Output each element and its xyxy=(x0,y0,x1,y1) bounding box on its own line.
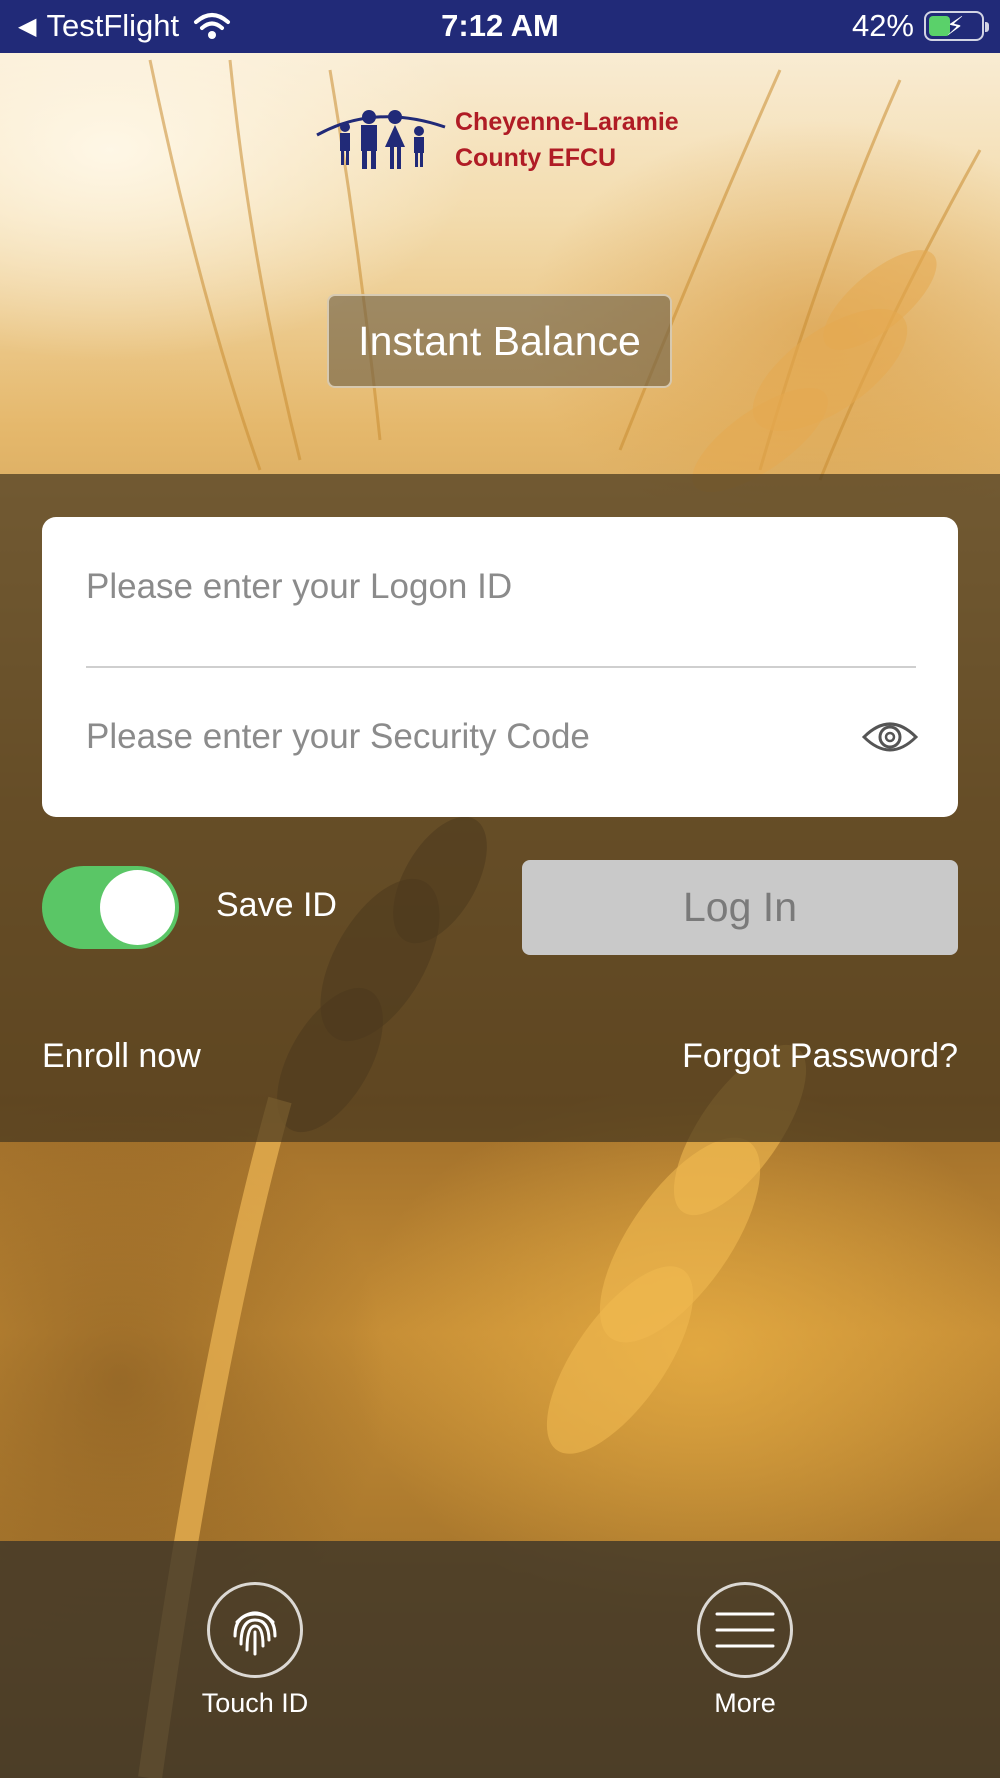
battery-percent: 42% xyxy=(851,8,914,43)
log-in-button[interactable]: Log In xyxy=(522,860,958,955)
credit-union-logo: Cheyenne-Laramie County EFCU xyxy=(315,100,695,180)
touch-id-button[interactable]: Touch ID xyxy=(155,1582,355,1719)
enroll-now-link[interactable]: Enroll now xyxy=(42,1037,201,1076)
fingerprint-icon xyxy=(233,1611,277,1656)
touch-id-label: Touch ID xyxy=(201,1688,309,1718)
save-id-label: Save ID xyxy=(216,886,337,924)
hamburger-menu-icon xyxy=(715,1612,775,1648)
family-logo-mark xyxy=(316,110,446,169)
more-button[interactable]: More xyxy=(645,1582,845,1719)
charging-bolt-icon: ⚡ xyxy=(946,11,965,41)
status-time: 7:12 AM xyxy=(441,8,559,43)
more-label: More xyxy=(714,1688,776,1718)
security-code-input[interactable] xyxy=(86,667,846,807)
toggle-knob xyxy=(100,870,175,945)
bottom-bar xyxy=(0,1541,1000,1778)
logo-text-line1: Cheyenne-Laramie xyxy=(455,108,679,136)
battery-icon: ⚡ xyxy=(924,11,989,41)
status-bar: ◀ TestFlight 7:12 AM 42% ⚡ xyxy=(0,0,1000,53)
touch-id-circle xyxy=(207,1582,303,1678)
login-form-card xyxy=(42,517,958,817)
forgot-password-link[interactable]: Forgot Password? xyxy=(682,1037,958,1076)
instant-balance-button[interactable]: Instant Balance xyxy=(327,294,672,388)
logo-text-line2: County EFCU xyxy=(455,144,617,172)
more-circle xyxy=(697,1582,793,1678)
eye-icon[interactable] xyxy=(862,717,918,757)
logon-id-input[interactable] xyxy=(86,517,916,657)
save-id-toggle[interactable] xyxy=(42,866,179,949)
